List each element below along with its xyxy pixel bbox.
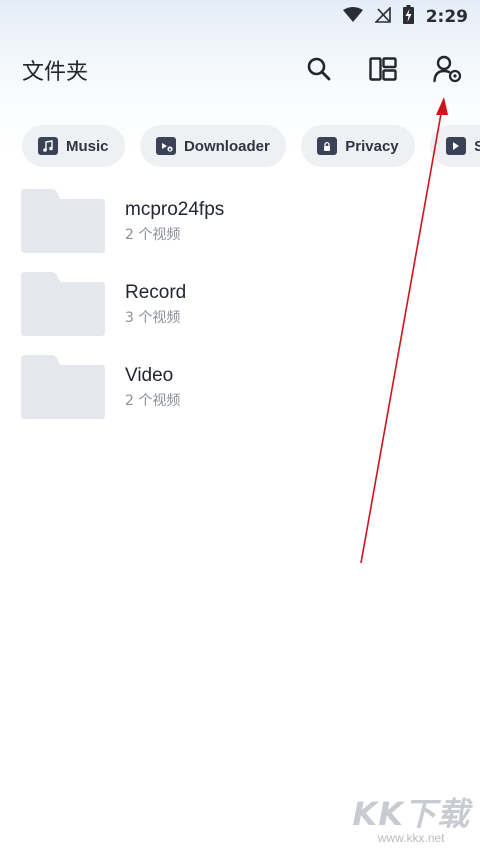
watermark-logo: KK下载 — [352, 795, 470, 833]
share-icon — [446, 137, 467, 155]
folder-item[interactable]: Video 2 个视频 — [0, 353, 480, 436]
status-time: 2:29 — [425, 7, 468, 27]
folder-name: Video — [125, 365, 174, 386]
chip-downloader[interactable]: Downloader — [139, 125, 286, 167]
user-settings-icon — [433, 55, 462, 83]
account-settings-button[interactable] — [431, 52, 465, 86]
no-signal-icon — [373, 5, 391, 28]
folder-list: mcpro24fps 2 个视频 Record 3 个视频 Video 2 个视… — [0, 187, 480, 436]
chip-label: Sh — [474, 137, 480, 155]
folder-item[interactable]: mcpro24fps 2 个视频 — [0, 187, 480, 270]
grid-layout-icon — [369, 57, 397, 81]
search-icon — [307, 57, 331, 81]
battery-charging-icon — [402, 5, 414, 29]
chip-label: Privacy — [345, 137, 399, 155]
folder-name: mcpro24fps — [125, 199, 225, 220]
search-button[interactable] — [302, 52, 336, 86]
folder-video-count: 3 个视频 — [125, 310, 181, 326]
folder-video-count: 2 个视频 — [125, 227, 181, 243]
category-chips: Music Downloader Privacy Sh — [22, 125, 480, 167]
folder-icon — [21, 189, 105, 253]
chip-share[interactable]: Sh — [430, 125, 480, 167]
folder-video-count: 2 个视频 — [125, 393, 181, 409]
folder-name: Record — [125, 282, 187, 303]
arrow-head-icon — [436, 97, 448, 115]
chip-label: Downloader — [183, 137, 270, 155]
folder-item[interactable]: Record 3 个视频 — [0, 270, 480, 353]
chip-music[interactable]: Music — [22, 125, 125, 167]
lock-icon — [317, 137, 338, 155]
folder-icon — [21, 272, 105, 336]
app-bar: 文件夹 — [0, 44, 480, 94]
chip-label: Music — [66, 137, 109, 155]
music-note-icon — [38, 137, 58, 155]
download-icon — [155, 137, 176, 155]
watermark: KK下载 www.kkx.net — [352, 789, 470, 845]
chip-privacy[interactable]: Privacy — [301, 125, 415, 167]
wifi-icon — [342, 6, 363, 28]
status-bar: 2:29 — [280, 0, 480, 34]
folder-icon — [21, 355, 105, 419]
page-title: 文件夹 — [22, 60, 89, 85]
layout-toggle-button[interactable] — [366, 52, 400, 86]
